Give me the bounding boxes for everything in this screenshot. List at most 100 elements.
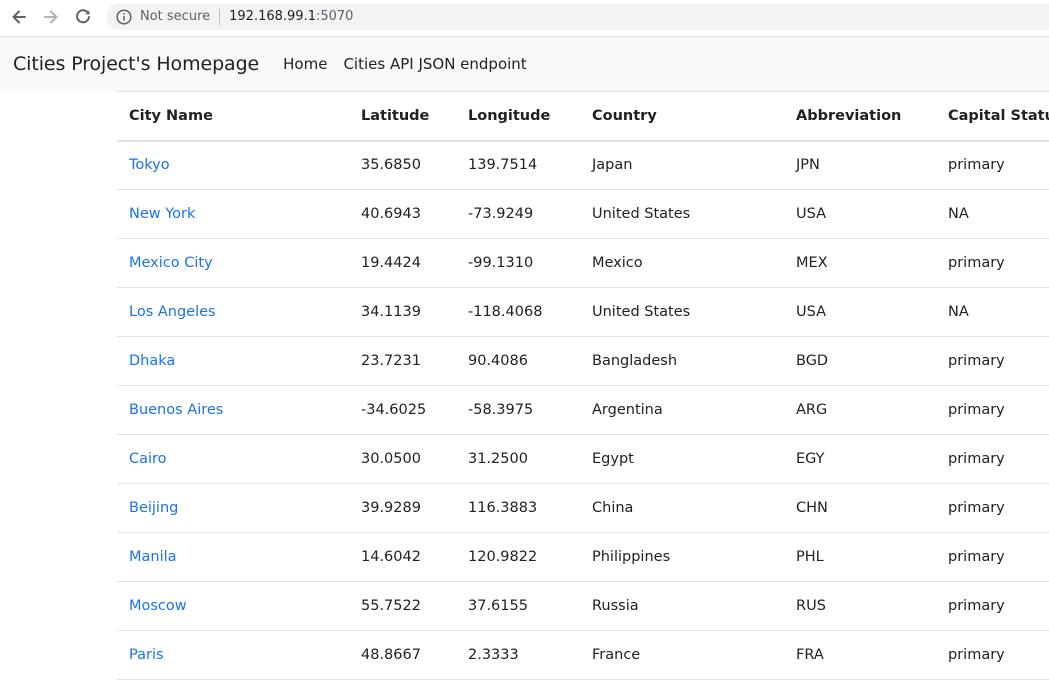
cities-table-container: City Name Latitude Longitude Country Abb…: [117, 91, 1049, 681]
header-abbreviation: Abbreviation: [784, 91, 936, 142]
navbar-brand[interactable]: Cities Project's Homepage: [13, 53, 259, 75]
longitude-cell: 120.9822: [456, 532, 580, 582]
table-cell: Mexico City: [117, 238, 349, 288]
country-cell: China: [580, 483, 784, 533]
abbreviation-cell: JPN: [784, 140, 936, 190]
city-name-link[interactable]: Tokyo: [129, 157, 170, 173]
longitude-cell: 139.7514: [456, 140, 580, 190]
country-cell: France: [580, 630, 784, 680]
latitude-cell: 48.8667: [349, 630, 456, 680]
url-host: 192.168.99.1: [229, 9, 316, 24]
table-row: Los Angeles 34.1139 -118.4068 United States…: [117, 287, 1049, 337]
abbreviation-cell: RUS: [784, 581, 936, 631]
table-cell: Dhaka: [117, 336, 349, 386]
capital-status-cell: primary: [936, 385, 1049, 435]
country-cell: Mexico: [580, 238, 784, 288]
city-name-link[interactable]: Cairo: [129, 451, 167, 467]
table-row: Moscow 55.7522 37.6155 Russia RUS primary: [117, 581, 1049, 631]
longitude-cell: 37.6155: [456, 581, 580, 631]
country-cell: Japan: [580, 140, 784, 190]
table-cell: Paris: [117, 630, 349, 680]
capital-status-cell: primary: [936, 336, 1049, 386]
info-circle-icon[interactable]: [116, 8, 132, 25]
capital-status-cell: primary: [936, 630, 1049, 680]
longitude-cell: 90.4086: [456, 336, 580, 386]
reload-icon[interactable]: [72, 6, 94, 28]
city-name-link[interactable]: Mexico City: [129, 255, 213, 271]
table-cell: Beijing: [117, 483, 349, 533]
table-cell: New York: [117, 189, 349, 239]
capital-status-cell: primary: [936, 238, 1049, 288]
table-cell: Cairo: [117, 434, 349, 484]
header-latitude: Latitude: [349, 91, 456, 142]
table-row: New York 40.6943 -73.9249 United States USA N…: [117, 189, 1049, 239]
arrow-left-icon[interactable]: [8, 6, 30, 28]
cities-table: City Name Latitude Longitude Country Abb…: [117, 91, 1049, 680]
longitude-cell: -99.1310: [456, 238, 580, 288]
latitude-cell: 14.6042: [349, 532, 456, 582]
city-name-link[interactable]: Beijing: [129, 500, 178, 516]
browser-toolbar: Not secure 192.168.99.1:5070: [0, 0, 1049, 34]
country-cell: Egypt: [580, 434, 784, 484]
country-cell: United States: [580, 189, 784, 239]
arrow-right-icon[interactable]: [40, 6, 62, 28]
city-name-link[interactable]: Paris: [129, 647, 164, 663]
city-name-link[interactable]: Manila: [129, 549, 177, 565]
country-cell: Philippines: [580, 532, 784, 582]
url-port: :5070: [315, 9, 354, 24]
latitude-cell: -34.6025: [349, 385, 456, 435]
table-cell: Tokyo: [117, 140, 349, 190]
nav-link-api-endpoint[interactable]: Cities API JSON endpoint: [343, 55, 526, 73]
latitude-cell: 35.6850: [349, 140, 456, 190]
address-bar[interactable]: Not secure 192.168.99.1:5070: [106, 3, 1049, 30]
nav-link-home[interactable]: Home: [283, 55, 327, 73]
city-name-link[interactable]: Moscow: [129, 598, 187, 614]
longitude-cell: 116.3883: [456, 483, 580, 533]
latitude-cell: 23.7231: [349, 336, 456, 386]
longitude-cell: 2.3333: [456, 630, 580, 680]
table-row: Dhaka 23.7231 90.4086 Bangladesh BGD primary: [117, 336, 1049, 386]
table-cell: Manila: [117, 532, 349, 582]
table-body: Tokyo 35.6850 139.7514 Japan JPN primary New Y…: [117, 140, 1049, 680]
latitude-cell: 55.7522: [349, 581, 456, 631]
url-text[interactable]: 192.168.99.1:5070: [229, 9, 353, 24]
country-cell: United States: [580, 287, 784, 337]
site-navbar: Cities Project's Homepage Home Cities AP…: [0, 36, 1049, 91]
table-header: City Name Latitude Longitude Country Abb…: [117, 91, 1049, 142]
header-longitude: Longitude: [456, 91, 580, 142]
longitude-cell: -118.4068: [456, 287, 580, 337]
capital-status-cell: primary: [936, 581, 1049, 631]
abbreviation-cell: FRA: [784, 630, 936, 680]
latitude-cell: 30.0500: [349, 434, 456, 484]
latitude-cell: 40.6943: [349, 189, 456, 239]
table-row: Cairo 30.0500 31.2500 Egypt EGY primary: [117, 434, 1049, 484]
longitude-cell: -58.3975: [456, 385, 580, 435]
header-country: Country: [580, 91, 784, 142]
table-row: Buenos Aires -34.6025 -58.3975 Argentina ARG…: [117, 385, 1049, 435]
capital-status-cell: NA: [936, 189, 1049, 239]
capital-status-cell: NA: [936, 287, 1049, 337]
city-name-link[interactable]: Los Angeles: [129, 304, 216, 320]
city-name-link[interactable]: New York: [129, 206, 195, 222]
latitude-cell: 39.9289: [349, 483, 456, 533]
abbreviation-cell: PHL: [784, 532, 936, 582]
abbreviation-cell: USA: [784, 189, 936, 239]
country-cell: Argentina: [580, 385, 784, 435]
capital-status-cell: primary: [936, 140, 1049, 190]
abbreviation-cell: BGD: [784, 336, 936, 386]
table-row: Tokyo 35.6850 139.7514 Japan JPN primary: [117, 140, 1049, 190]
abbreviation-cell: MEX: [784, 238, 936, 288]
table-row: Mexico City 19.4424 -99.1310 Mexico MEX prima…: [117, 238, 1049, 288]
header-capital-status: Capital Status: [936, 91, 1049, 142]
country-cell: Bangladesh: [580, 336, 784, 386]
country-cell: Russia: [580, 581, 784, 631]
header-city-name: City Name: [117, 91, 349, 142]
city-name-link[interactable]: Buenos Aires: [129, 402, 223, 418]
abbreviation-cell: CHN: [784, 483, 936, 533]
latitude-cell: 34.1139: [349, 287, 456, 337]
capital-status-cell: primary: [936, 483, 1049, 533]
table-cell: Buenos Aires: [117, 385, 349, 435]
longitude-cell: -73.9249: [456, 189, 580, 239]
city-name-link[interactable]: Dhaka: [129, 353, 175, 369]
header-row: City Name Latitude Longitude Country Abb…: [117, 91, 1049, 142]
